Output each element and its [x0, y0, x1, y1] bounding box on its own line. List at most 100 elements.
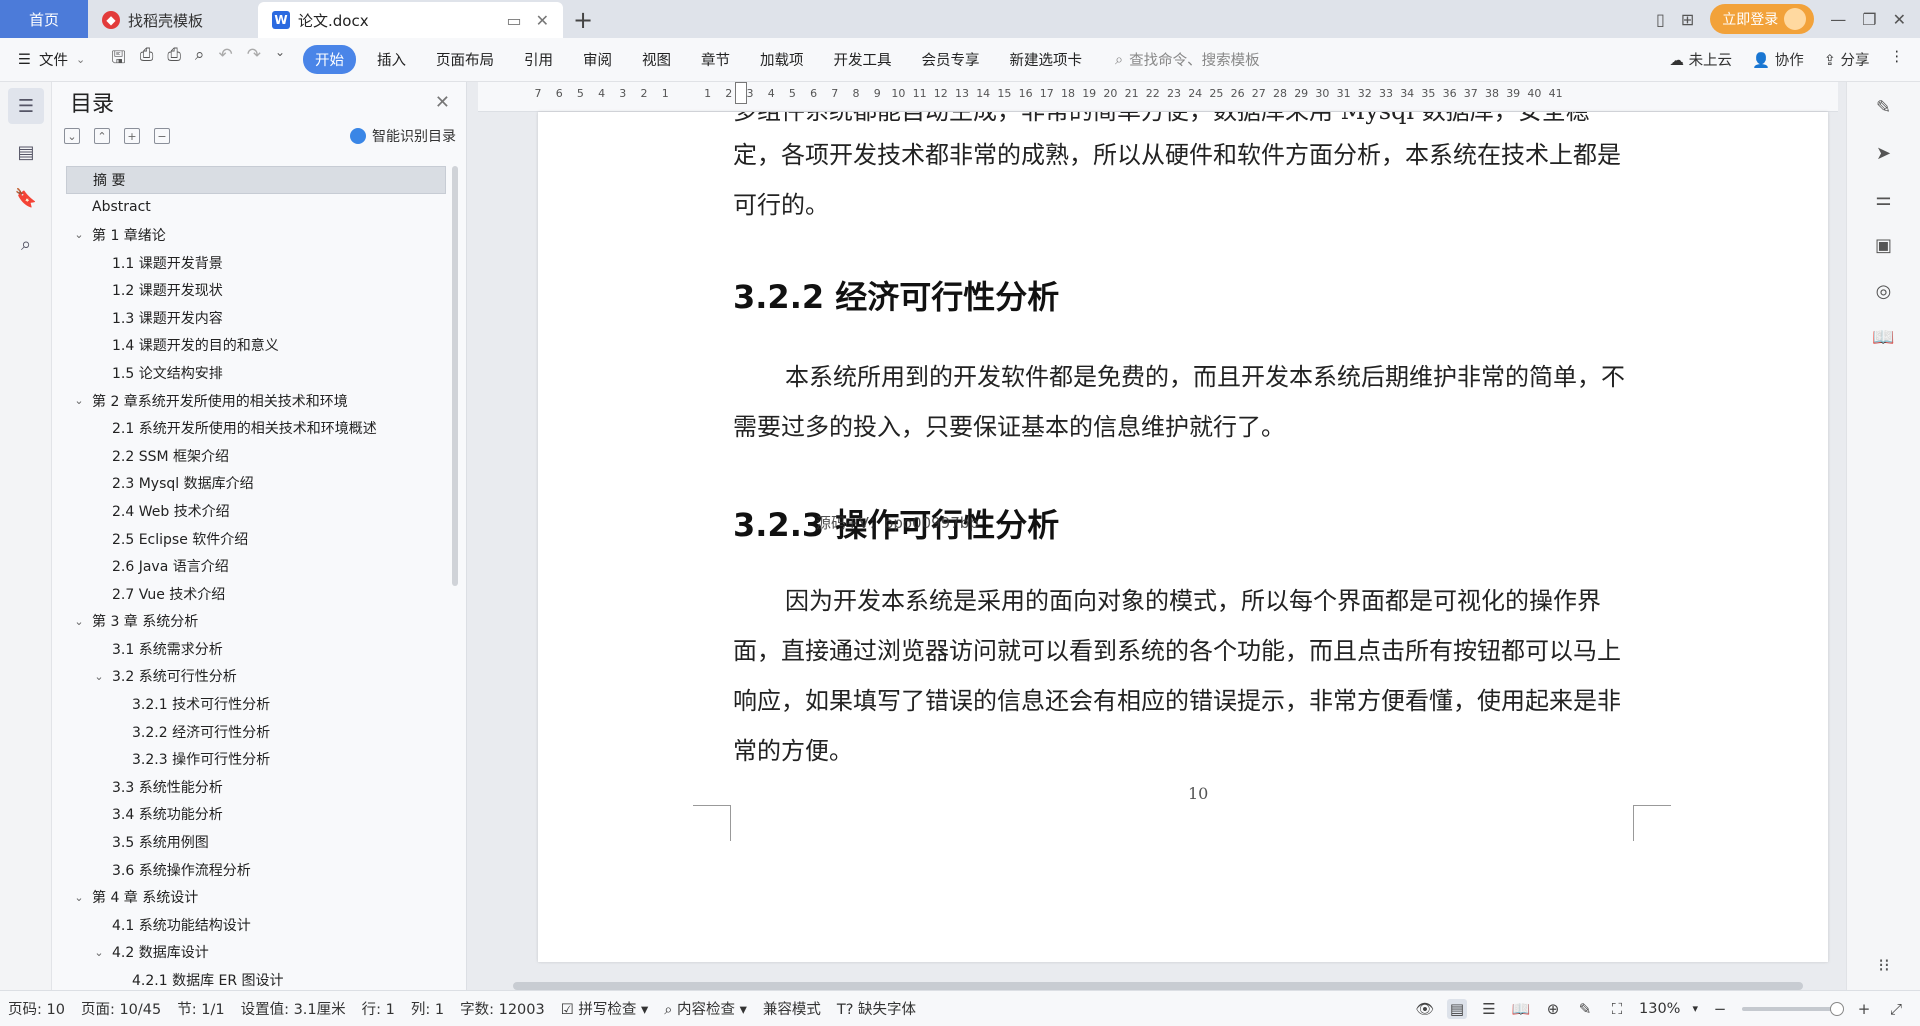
document-page[interactable]: 多组件系统都能自动生成，非常的简单方便，数据库采用 Mysql 数据库，安全稳 … — [538, 112, 1828, 962]
toc-item[interactable]: 3.2.1 技术可行性分析 — [66, 690, 446, 718]
indent-marker[interactable] — [735, 82, 747, 104]
toc-item[interactable]: ⌄ 第 3 章 系统分析 — [66, 608, 446, 636]
tab-home[interactable]: 首页 — [0, 0, 88, 38]
zoom-dropdown-icon[interactable]: ▾ — [1692, 1002, 1698, 1015]
toc-item[interactable]: ⌄ 3.2 系统可行性分析 — [66, 663, 446, 691]
toc-item[interactable]: 3.2.2 经济可行性分析 — [66, 718, 446, 746]
toc-item[interactable]: 2.2 SSM 框架介绍 — [66, 442, 446, 470]
horizontal-scroll-thumb[interactable] — [513, 982, 1803, 990]
tab-developer[interactable]: 开发工具 — [819, 49, 907, 70]
export-pdf-icon[interactable]: ⎙ — [140, 45, 154, 74]
toc-item[interactable]: 2.6 Java 语言介绍 — [66, 552, 446, 580]
apps-grid-icon[interactable]: ⊞ — [1681, 10, 1694, 29]
tab-document[interactable]: W 论文.docx ▭ ✕ — [258, 2, 563, 38]
tab-new[interactable]: 新建选项卡 — [995, 49, 1098, 70]
zoom-slider[interactable] — [1742, 1001, 1844, 1016]
read-view-icon[interactable]: 📖 — [1511, 999, 1531, 1019]
layout-toggle-icon[interactable]: ▯ — [1656, 10, 1665, 29]
file-menu[interactable]: ☰ 文件 ⌄ — [0, 49, 99, 70]
page-view-icon[interactable]: ▤ — [1447, 998, 1467, 1019]
remove-heading-icon[interactable]: − — [154, 128, 170, 144]
restore-icon[interactable]: ❐ — [1862, 10, 1876, 29]
image-edit-icon[interactable]: ▣ — [1869, 230, 1899, 260]
new-tab-button[interactable]: + — [563, 2, 603, 38]
draw-icon[interactable]: ✎ — [1575, 999, 1595, 1019]
horizontal-scrollbar[interactable] — [483, 980, 1843, 990]
collab-button[interactable]: 👤 协作 — [1752, 49, 1804, 70]
collapse-all-icon[interactable]: ⌄ — [64, 128, 80, 144]
tab-template[interactable]: ◆ 找稻壳模板 — [88, 2, 258, 38]
close-icon[interactable]: ✕ — [435, 92, 450, 113]
horizontal-ruler[interactable]: 7 6 5 4 3 2 1 1 2 3 4 5 6 7 8 9 10 11 12 13 14 15 16 17 18 19 20 21… — [478, 82, 1838, 112]
toc-item[interactable]: ⌄ 第 1 章绪论 — [66, 221, 446, 249]
toc-item[interactable]: 3.6 系统操作流程分析 — [66, 856, 446, 884]
chevron-down-icon[interactable]: ⌄ — [72, 394, 86, 407]
eye-icon[interactable]: 👁 — [1415, 999, 1435, 1019]
command-search[interactable]: ⌕ 查找命令、搜索模板 — [1115, 49, 1260, 70]
tab-start[interactable]: 开始 — [303, 45, 357, 74]
toc-item[interactable]: 1.2 课题开发现状 — [66, 276, 446, 304]
print-preview-icon[interactable]: ⌕ — [195, 45, 205, 74]
tab-view[interactable]: 视图 — [627, 49, 686, 70]
navigation-icon[interactable]: ▤ — [8, 134, 44, 170]
toc-item[interactable]: 3.2.3 操作可行性分析 — [66, 745, 446, 773]
chevron-down-icon[interactable]: ⌄ — [92, 670, 106, 683]
zoom-out-icon[interactable]: − — [1710, 999, 1730, 1019]
print-icon[interactable]: ⎙ — [167, 45, 181, 74]
chevron-down-icon[interactable]: ⌄ — [72, 228, 86, 241]
zoom-in-icon[interactable]: + — [1854, 999, 1874, 1019]
toc-item[interactable]: 摘 要 — [66, 166, 446, 194]
toc-scrollbar[interactable] — [452, 166, 458, 586]
undo-icon[interactable]: ↶ — [218, 45, 232, 74]
toc-item[interactable]: 1.5 论文结构安排 — [66, 359, 446, 387]
expand-all-icon[interactable]: ⌃ — [94, 128, 110, 144]
toc-item[interactable]: 2.7 Vue 技术介绍 — [66, 580, 446, 608]
more-icon[interactable]: ⌄ — [275, 45, 285, 74]
tab-page-layout[interactable]: 页面布局 — [421, 49, 509, 70]
toc-item[interactable]: 1.3 课题开发内容 — [66, 304, 446, 332]
cursor-icon[interactable]: ➤ — [1869, 138, 1899, 168]
close-tab-icon[interactable]: ✕ — [536, 11, 549, 30]
smart-toc-button[interactable]: 智能识别目录 — [350, 126, 456, 146]
bookmark-icon[interactable]: 🔖 — [8, 180, 44, 216]
toc-item[interactable]: 2.4 Web 技术介绍 — [66, 497, 446, 525]
fit-page-icon[interactable]: ⛶ — [1607, 999, 1627, 1019]
toc-item[interactable]: 2.5 Eclipse 软件介绍 — [66, 525, 446, 553]
toc-item[interactable]: Abstract — [66, 194, 446, 222]
cloud-button[interactable]: ☁ 未上云 — [1669, 49, 1732, 70]
toc-item[interactable]: ⌄ 第 2 章系统开发所使用的相关技术和环境 — [66, 387, 446, 415]
adjust-icon[interactable]: ⚌ — [1869, 184, 1899, 214]
more-vertical-icon[interactable]: ⋮ — [1890, 49, 1905, 70]
redo-icon[interactable]: ↷ — [247, 45, 261, 74]
zoom-slider-knob[interactable] — [1830, 1001, 1844, 1016]
minimize-icon[interactable]: — — [1830, 10, 1846, 29]
toc-item[interactable]: 3.3 系统性能分析 — [66, 773, 446, 801]
toc-panel-icon[interactable]: ☰ — [8, 88, 44, 124]
find-icon[interactable]: ⌕ — [8, 226, 44, 262]
spell-check-button[interactable]: ☑ 拼写检查 ▾ — [553, 998, 657, 1019]
tab-references[interactable]: 引用 — [509, 49, 568, 70]
close-window-icon[interactable]: ✕ — [1893, 10, 1906, 29]
login-button[interactable]: 立即登录 — [1710, 4, 1815, 34]
outline-view-icon[interactable]: ☰ — [1479, 999, 1499, 1019]
missing-font-button[interactable]: T? 缺失字体 — [829, 998, 924, 1019]
toc-item[interactable]: ⌄ 第 4 章 系统设计 — [66, 883, 446, 911]
toc-item[interactable]: 1.4 课题开发的目的和意义 — [66, 332, 446, 360]
add-heading-icon[interactable]: + — [124, 128, 140, 144]
content-check-button[interactable]: ⌕ 内容检查 ▾ — [656, 998, 755, 1019]
toc-item[interactable]: 1.1 课题开发背景 — [66, 249, 446, 277]
chevron-down-icon[interactable]: ⌄ — [72, 615, 86, 628]
tab-member[interactable]: 会员专享 — [907, 49, 995, 70]
toc-item[interactable]: ⌄ 4.2 数据库设计 — [66, 939, 446, 967]
tab-section[interactable]: 章节 — [686, 49, 745, 70]
status-page[interactable]: 页面: 10/45 — [73, 998, 169, 1019]
toc-item[interactable]: 3.1 系统需求分析 — [66, 635, 446, 663]
tab-review[interactable]: 审阅 — [568, 49, 627, 70]
toc-item[interactable]: 3.4 系统功能分析 — [66, 801, 446, 829]
chevron-down-icon[interactable]: ⌄ — [72, 891, 86, 904]
toc-item[interactable]: 2.1 系统开发所使用的相关技术和环境概述 — [66, 414, 446, 442]
toc-item[interactable]: 2.3 Mysql 数据库介绍 — [66, 470, 446, 498]
chevron-down-icon[interactable]: ⌄ — [92, 946, 106, 959]
ai-icon[interactable]: ◎ — [1869, 276, 1899, 306]
pin-window-icon[interactable]: ▭ — [506, 11, 521, 30]
